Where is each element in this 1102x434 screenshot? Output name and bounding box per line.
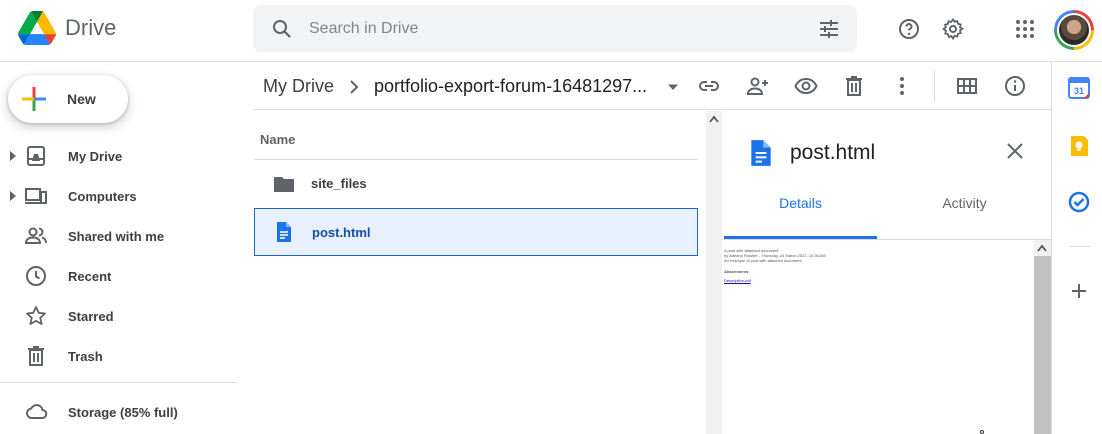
new-button-label: New (67, 91, 96, 107)
tab-activity[interactable]: Activity (888, 195, 1041, 239)
cursor-icon (980, 430, 984, 434)
sidebar-item-computers[interactable]: Computers (0, 180, 237, 212)
keep-icon[interactable] (1068, 135, 1090, 157)
settings-gear-icon[interactable] (941, 17, 965, 41)
shared-icon (24, 227, 47, 244)
file-list-header: Name (254, 111, 698, 160)
calendar-icon[interactable]: 31 (1068, 77, 1090, 99)
app-header: Drive (0, 0, 1102, 62)
trash-icon (28, 346, 44, 366)
sidebar-item-starred[interactable]: Starred (0, 300, 237, 332)
breadcrumb-root[interactable]: My Drive (263, 76, 334, 97)
sidebar-item-label: Starred (68, 308, 114, 324)
document-icon (751, 140, 771, 166)
more-vert-icon[interactable] (890, 74, 914, 98)
cloud-icon (25, 404, 48, 419)
drive-logo[interactable]: Drive (18, 11, 116, 45)
link-icon[interactable] (697, 74, 721, 98)
preview-line: Attachments: (724, 269, 750, 274)
sidebar-item-label: My Drive (68, 148, 123, 164)
search-input[interactable] (309, 5, 789, 52)
plus-icon (22, 87, 46, 111)
side-panel-divider (1070, 246, 1090, 247)
my-drive-icon (27, 146, 45, 166)
computers-icon (25, 188, 47, 204)
avatar-ring (1057, 13, 1091, 47)
breadcrumb-current[interactable]: portfolio-export-forum-16481297... (374, 76, 647, 97)
sidebar-item-label: Computers (68, 188, 137, 204)
clock-icon (26, 266, 46, 286)
file-name: site_files (311, 176, 367, 191)
sidebar-item-label: Trash (68, 348, 103, 364)
sidebar-item-shared-with-me[interactable]: Shared with me (0, 220, 237, 252)
tab-label: Activity (942, 195, 987, 211)
file-row-site-files[interactable]: site_files (254, 160, 698, 208)
info-icon[interactable] (1003, 74, 1027, 98)
sidebar-item-label: Shared with me (68, 228, 165, 244)
avatar-photo (1059, 15, 1089, 45)
drive-logo-icon (18, 11, 56, 45)
side-apps-panel: 31 (1051, 62, 1102, 434)
content-toolbar: My Drive portfolio-export-forum-16481297… (254, 62, 1051, 110)
scroll-up-icon[interactable] (1037, 244, 1047, 252)
folder-icon (274, 177, 294, 192)
file-name: post.html (312, 225, 371, 240)
storage-label: Storage (85% full) (68, 404, 178, 420)
sidebar-item-my-drive[interactable]: My Drive (0, 140, 237, 172)
tab-label: Details (779, 195, 822, 211)
add-person-icon[interactable] (746, 74, 770, 98)
sidebar-item-label: Recent (68, 268, 112, 284)
chevron-down-icon[interactable] (667, 81, 679, 93)
close-icon[interactable] (1004, 140, 1026, 162)
file-preview[interactable]: A post with attached document by Adriano… (724, 240, 1034, 434)
search-options-icon[interactable] (817, 17, 841, 41)
help-icon[interactable] (897, 17, 921, 41)
add-addon-icon[interactable] (1068, 280, 1090, 302)
delete-icon[interactable] (842, 74, 866, 98)
toolbar-divider (934, 70, 935, 102)
svg-text:31: 31 (1074, 86, 1084, 96)
preview-line: An example of post with attached documen… (724, 258, 802, 263)
column-header-name[interactable]: Name (260, 132, 295, 147)
apps-grid-icon[interactable] (1013, 17, 1037, 41)
tasks-icon[interactable] (1068, 191, 1090, 213)
list-scrollbar[interactable] (706, 111, 722, 434)
chevron-right-icon (350, 80, 359, 94)
account-avatar[interactable] (1054, 10, 1094, 50)
sidebar-item-trash[interactable]: Trash (0, 340, 237, 372)
star-icon (26, 306, 46, 325)
search-bar (253, 5, 857, 52)
sidebar-item-recent[interactable]: Recent (0, 260, 237, 292)
details-panel: post.html Details Activity A post with a… (724, 111, 1051, 434)
sidebar-item-storage[interactable]: Storage (85% full) (0, 396, 237, 428)
new-button[interactable]: New (8, 75, 128, 123)
expand-caret-icon[interactable] (9, 191, 17, 201)
file-row-post-html[interactable]: post.html (254, 208, 698, 256)
preview-scrollbar[interactable] (1034, 240, 1051, 434)
search-icon[interactable] (270, 17, 294, 41)
grid-view-icon[interactable] (955, 74, 979, 98)
scroll-up-icon[interactable] (709, 115, 719, 123)
sidebar-divider (0, 382, 237, 383)
preview-eye-icon[interactable] (794, 74, 818, 98)
preview-attachment-link[interactable]: Description.pdf (724, 278, 751, 283)
app-name: Drive (65, 15, 117, 40)
document-icon (277, 222, 291, 242)
expand-caret-icon[interactable] (9, 151, 17, 161)
details-title: post.html (790, 141, 876, 164)
preview-scroll-button[interactable] (1034, 240, 1051, 256)
tab-details[interactable]: Details (724, 195, 877, 239)
